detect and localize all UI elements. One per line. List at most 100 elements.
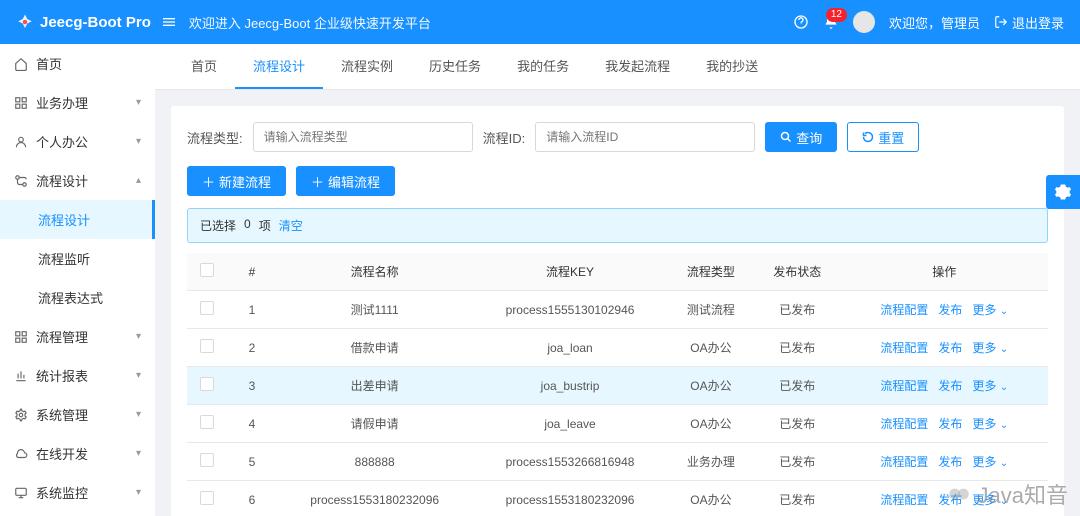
notification-badge: 12	[826, 8, 847, 22]
clear-selection-link[interactable]: 清空	[279, 217, 303, 234]
table-row[interactable]: 1测试1111process1555130102946测试流程已发布流程配置发布…	[187, 291, 1048, 329]
row-checkbox[interactable]	[200, 301, 214, 315]
logout-button[interactable]: 退出登录	[994, 13, 1064, 32]
more-link[interactable]: 更多 ⌄	[972, 341, 1008, 355]
config-link[interactable]: 流程配置	[880, 341, 928, 355]
grid-icon	[14, 96, 28, 110]
chevron-down-icon: ⌄	[1000, 306, 1008, 317]
sidebar-item-系统管理[interactable]: 系统管理▾	[0, 395, 155, 434]
tab-流程设计[interactable]: 流程设计	[235, 44, 323, 89]
selection-count: 0	[244, 217, 251, 234]
col-header-6: 操作	[840, 253, 1048, 291]
publish-link[interactable]: 发布	[938, 417, 962, 431]
edit-process-button[interactable]: ＋ 编辑流程	[296, 166, 395, 196]
table-row[interactable]: 5888888process1553266816948业务办理已发布流程配置发布…	[187, 443, 1048, 481]
sidebar-item-业务办理[interactable]: 业务办理▾	[0, 83, 155, 122]
col-header-4: 流程类型	[668, 253, 754, 291]
content-card: 流程类型: 流程ID: 查询 重置 ＋ 新建流程 ＋ 编辑流程	[171, 106, 1064, 516]
more-link[interactable]: 更多 ⌄	[972, 417, 1008, 431]
col-header-1: #	[227, 253, 277, 291]
sidebar-item-系统监控[interactable]: 系统监控▾	[0, 473, 155, 512]
user-icon	[14, 135, 28, 149]
publish-link[interactable]: 发布	[938, 379, 962, 393]
sidebar: 首页业务办理▾个人办公▾流程设计▴流程设计流程监听流程表达式流程管理▾统计报表▾…	[0, 44, 155, 516]
chevron-icon: ▾	[136, 409, 141, 420]
table-row[interactable]: 6process1553180232096process155318023209…	[187, 481, 1048, 516]
app-header: Jeecg-Boot Pro 欢迎进入 Jeecg-Boot 企业级快速开发平台…	[0, 0, 1080, 44]
filter-type-input[interactable]	[253, 122, 473, 152]
chevron-icon: ▾	[136, 448, 141, 459]
row-checkbox[interactable]	[200, 377, 214, 391]
monitor-icon	[14, 486, 28, 500]
settings-float-button[interactable]	[1046, 175, 1080, 209]
col-header-2: 流程名称	[277, 253, 472, 291]
new-process-button[interactable]: ＋ 新建流程	[187, 166, 286, 196]
row-checkbox[interactable]	[200, 453, 214, 467]
menu-fold-icon[interactable]	[161, 14, 177, 30]
chevron-icon: ▾	[136, 136, 141, 147]
chevron-down-icon: ⌄	[1000, 458, 1008, 469]
row-checkbox[interactable]	[200, 415, 214, 429]
publish-link[interactable]: 发布	[938, 493, 962, 507]
row-checkbox[interactable]	[200, 491, 214, 505]
bell-icon[interactable]: 12	[823, 14, 839, 30]
avatar[interactable]	[853, 11, 875, 33]
publish-link[interactable]: 发布	[938, 455, 962, 469]
config-link[interactable]: 流程配置	[880, 493, 928, 507]
search-button[interactable]: 查询	[765, 122, 837, 152]
filter-bar: 流程类型: 流程ID: 查询 重置	[187, 122, 1048, 152]
table-row[interactable]: 4请假申请joa_leaveOA办公已发布流程配置发布更多 ⌄	[187, 405, 1048, 443]
tab-我发起流程[interactable]: 我发起流程	[587, 44, 688, 89]
tab-我的抄送[interactable]: 我的抄送	[688, 44, 776, 89]
sidebar-item-统计报表[interactable]: 统计报表▾	[0, 356, 155, 395]
brand-text: Jeecg-Boot Pro	[40, 14, 151, 31]
sidebar-item-流程设计[interactable]: 流程设计▴	[0, 161, 155, 200]
col-header-5: 发布状态	[754, 253, 840, 291]
welcome-text: 欢迎进入 Jeecg-Boot 企业级快速开发平台	[189, 13, 431, 32]
config-link[interactable]: 流程配置	[880, 303, 928, 317]
publish-link[interactable]: 发布	[938, 303, 962, 317]
more-link[interactable]: 更多 ⌄	[972, 303, 1008, 317]
more-link[interactable]: 更多 ⌄	[972, 455, 1008, 469]
sidebar-subitem-流程表达式[interactable]: 流程表达式	[0, 278, 155, 317]
sidebar-item-流程管理[interactable]: 流程管理▾	[0, 317, 155, 356]
row-checkbox[interactable]	[200, 339, 214, 353]
chevron-down-icon: ⌄	[1000, 496, 1008, 507]
chevron-icon: ▴	[136, 175, 141, 186]
cloud-icon	[14, 447, 28, 461]
tab-我的任务[interactable]: 我的任务	[499, 44, 587, 89]
more-link[interactable]: 更多 ⌄	[972, 493, 1008, 507]
table-row[interactable]: 3出差申请joa_bustripOA办公已发布流程配置发布更多 ⌄	[187, 367, 1048, 405]
tab-首页[interactable]: 首页	[173, 44, 235, 89]
sidebar-item-在线开发[interactable]: 在线开发▾	[0, 434, 155, 473]
chevron-down-icon: ⌄	[1000, 382, 1008, 393]
chevron-icon: ▾	[136, 370, 141, 381]
sidebar-item-消息中心[interactable]: 消息中心▾	[0, 512, 155, 516]
sidebar-item-个人办公[interactable]: 个人办公▾	[0, 122, 155, 161]
logo-icon	[16, 13, 34, 31]
config-link[interactable]: 流程配置	[880, 455, 928, 469]
brand-logo: Jeecg-Boot Pro	[16, 13, 151, 31]
chevron-down-icon: ⌄	[1000, 420, 1008, 431]
sidebar-subitem-流程监听[interactable]: 流程监听	[0, 239, 155, 278]
filter-id-label: 流程ID:	[483, 128, 526, 147]
tab-流程实例[interactable]: 流程实例	[323, 44, 411, 89]
publish-link[interactable]: 发布	[938, 341, 962, 355]
select-all-checkbox[interactable]	[200, 263, 214, 277]
header-actions: 12 欢迎您，管理员 退出登录	[793, 11, 1064, 33]
help-icon[interactable]	[793, 14, 809, 30]
tab-历史任务[interactable]: 历史任务	[411, 44, 499, 89]
chart-icon	[14, 369, 28, 383]
config-link[interactable]: 流程配置	[880, 379, 928, 393]
sidebar-item-首页[interactable]: 首页	[0, 44, 155, 83]
flow-icon	[14, 174, 28, 188]
chevron-icon: ▾	[136, 331, 141, 342]
config-link[interactable]: 流程配置	[880, 417, 928, 431]
table-row[interactable]: 2借款申请joa_loanOA办公已发布流程配置发布更多 ⌄	[187, 329, 1048, 367]
sidebar-subitem-流程设计[interactable]: 流程设计	[0, 200, 155, 239]
process-table: #流程名称流程KEY流程类型发布状态操作 1测试1111process15551…	[187, 253, 1048, 516]
reset-button[interactable]: 重置	[847, 122, 919, 152]
user-greeting: 欢迎您，管理员	[889, 13, 980, 32]
filter-id-input[interactable]	[535, 122, 755, 152]
more-link[interactable]: 更多 ⌄	[972, 379, 1008, 393]
